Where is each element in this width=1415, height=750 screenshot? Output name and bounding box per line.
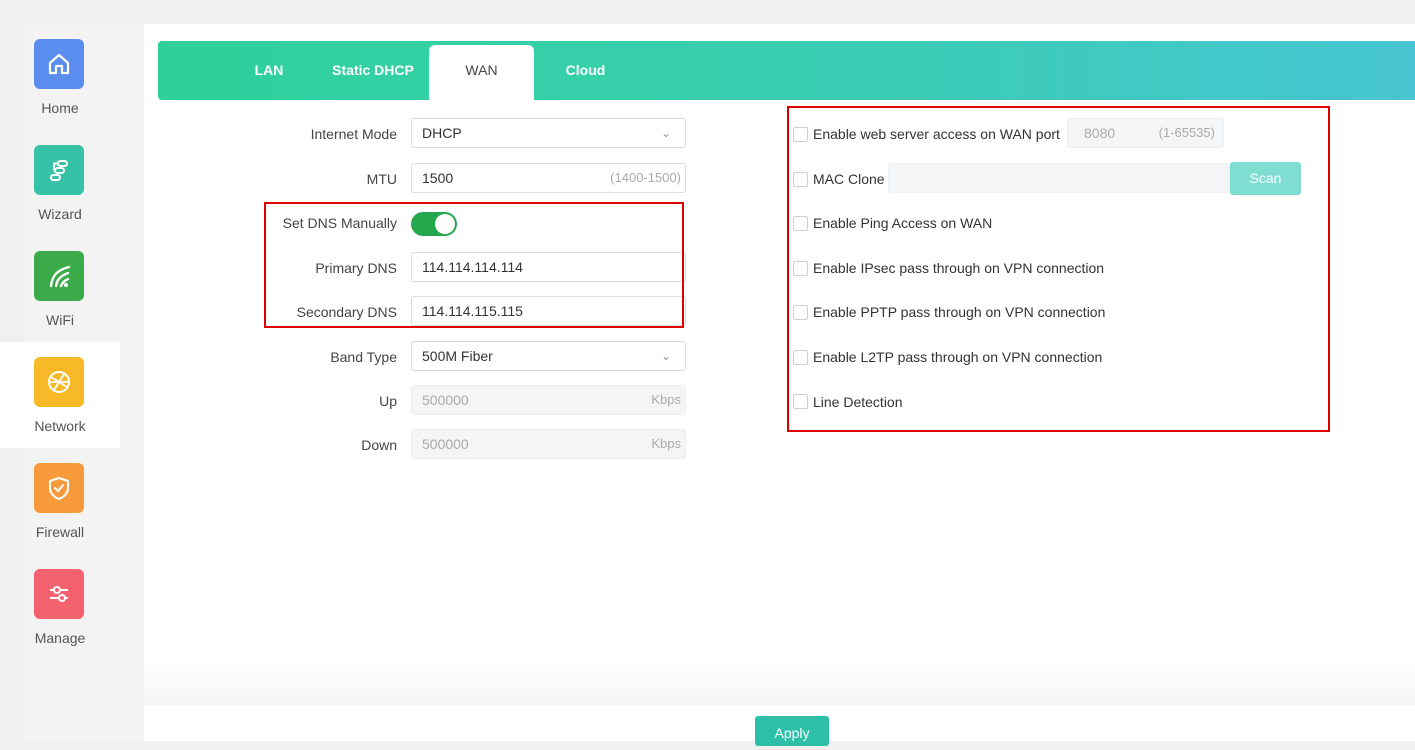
primary-dns-label: Primary DNS	[315, 260, 397, 276]
pptp-checkbox[interactable]	[793, 305, 808, 320]
ipsec-checkbox[interactable]	[793, 261, 808, 276]
down-label: Down	[361, 437, 397, 453]
web-server-checkbox[interactable]	[793, 127, 808, 142]
down-value: 500000	[422, 436, 469, 452]
mac-clone-label: MAC Clone	[813, 171, 885, 187]
secondary-dns-input[interactable]: 114.114.115.115	[411, 296, 686, 326]
sidebar-item-label: Home	[41, 100, 79, 116]
sliders-icon	[34, 569, 84, 619]
sidebar-item-manage[interactable]: Manage	[0, 554, 120, 660]
web-server-port-range: (1-65535)	[1158, 125, 1215, 140]
down-unit: Kbps	[651, 436, 681, 451]
ping-access-checkbox[interactable]	[793, 216, 808, 231]
sidebar-item-firewall[interactable]: Firewall	[0, 448, 120, 554]
sidebar-item-label: WiFi	[46, 312, 74, 328]
chevron-down-icon: ⌄	[660, 126, 671, 140]
mtu-label: MTU	[366, 171, 397, 187]
primary-dns-value: 114.114.114.114	[422, 259, 523, 275]
tab-bar: LAN Static DHCP WAN Cloud	[158, 41, 1415, 100]
internet-mode-label: Internet Mode	[310, 126, 397, 142]
l2tp-checkbox[interactable]	[793, 350, 808, 365]
sidebar-item-label: Wizard	[38, 206, 82, 222]
toggle-knob	[435, 214, 455, 234]
tab-cloud[interactable]: Cloud	[553, 41, 618, 100]
up-label: Up	[379, 393, 397, 409]
band-type-label: Band Type	[330, 349, 397, 365]
mtu-range-hint: (1400-1500)	[610, 170, 681, 185]
web-server-label: Enable web server access on WAN port	[813, 126, 1060, 142]
web-server-port-value: 8080	[1084, 125, 1116, 141]
sidebar-item-label: Firewall	[35, 524, 85, 540]
mac-clone-checkbox[interactable]	[793, 172, 808, 187]
apply-button[interactable]: Apply	[755, 716, 829, 746]
chevron-down-icon: ⌄	[660, 349, 671, 363]
tab-static-dhcp[interactable]: Static DHCP	[318, 41, 428, 100]
sidebar-item-home[interactable]: Home	[0, 24, 120, 130]
tab-wan[interactable]: WAN	[429, 45, 534, 100]
sidebar-item-network[interactable]: Network	[0, 342, 120, 448]
scan-button[interactable]: Scan	[1230, 162, 1301, 195]
secondary-dns-label: Secondary DNS	[296, 304, 397, 320]
band-type-select[interactable]: 500M Fiber ⌄	[411, 341, 686, 371]
wizard-icon	[34, 145, 84, 195]
sidebar-item-wifi[interactable]: WiFi	[0, 236, 120, 342]
up-value: 500000	[422, 392, 469, 408]
band-type-value: 500M Fiber	[422, 348, 493, 364]
web-server-port-input: 8080 (1-65535)	[1067, 118, 1224, 148]
set-dns-toggle[interactable]	[411, 212, 457, 236]
internet-mode-value: DHCP	[422, 125, 462, 141]
mac-clone-input[interactable]	[888, 163, 1230, 193]
mtu-value: 1500	[422, 170, 454, 186]
set-dns-label: Set DNS Manually	[282, 215, 397, 231]
network-icon	[34, 357, 84, 407]
up-input: 500000 Kbps	[411, 385, 686, 415]
pptp-label: Enable PPTP pass through on VPN connecti…	[813, 304, 1106, 320]
footer-divider	[144, 665, 1415, 705]
line-detection-label: Line Detection	[813, 394, 903, 410]
sidebar-item-label: Network	[34, 418, 86, 434]
ping-access-label: Enable Ping Access on WAN	[813, 215, 993, 231]
line-detection-checkbox[interactable]	[793, 394, 808, 409]
primary-dns-input[interactable]: 114.114.114.114	[411, 252, 686, 282]
l2tp-label: Enable L2TP pass through on VPN connecti…	[813, 349, 1103, 365]
home-icon	[34, 39, 84, 89]
shield-icon	[34, 463, 84, 513]
internet-mode-select[interactable]: DHCP ⌄	[411, 118, 686, 148]
sidebar-item-wizard[interactable]: Wizard	[0, 130, 120, 236]
wifi-icon	[34, 251, 84, 301]
up-unit: Kbps	[651, 392, 681, 407]
down-input: 500000 Kbps	[411, 429, 686, 459]
sidebar-item-label: Manage	[34, 630, 86, 646]
tab-lan[interactable]: LAN	[239, 41, 299, 100]
ipsec-label: Enable IPsec pass through on VPN connect…	[813, 260, 1105, 276]
secondary-dns-value: 114.114.115.115	[422, 303, 523, 319]
mtu-input[interactable]: 1500 (1400-1500)	[411, 163, 686, 193]
